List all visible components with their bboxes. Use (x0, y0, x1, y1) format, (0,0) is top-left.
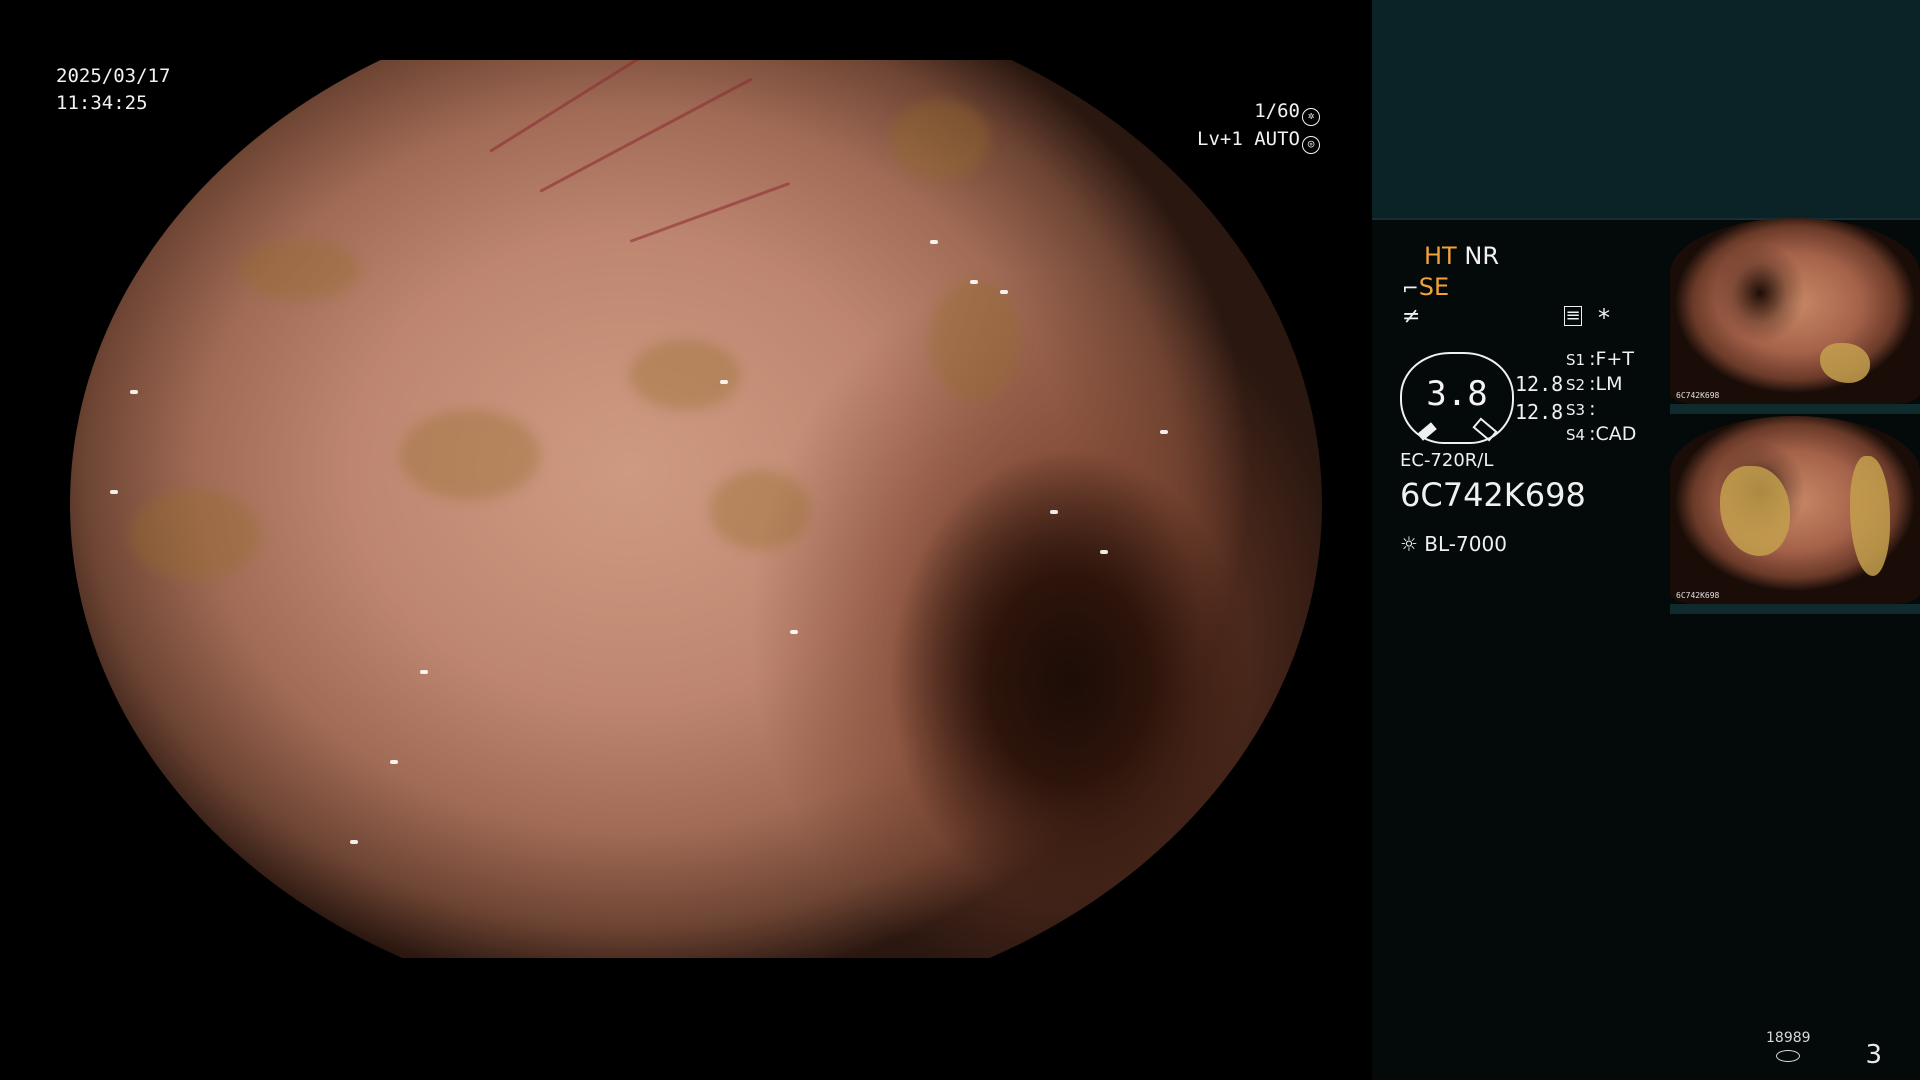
auto-iris-icon: ◎ (1302, 136, 1320, 154)
scope-glint (970, 280, 978, 284)
light-source-icon: ☼ (1400, 532, 1418, 556)
time-text: 11:34:25 (56, 92, 148, 114)
scope-glint (420, 670, 428, 674)
scope-glint (110, 490, 118, 494)
scope-stain (710, 470, 810, 550)
scope-stain (240, 240, 360, 300)
scope-stain (930, 280, 1020, 400)
light-source-text: BL-7000 (1424, 532, 1507, 556)
gauge-low-marker (1417, 422, 1437, 441)
page-number: 3 (1865, 1040, 1882, 1070)
scope-stain (130, 490, 260, 580)
shutter-text: 1/60 (1254, 100, 1300, 122)
switch-s4: S4:CAD (1566, 423, 1637, 445)
thumb-bar-1 (1670, 404, 1920, 414)
scope-glint (720, 380, 728, 384)
ht-mode: HT (1424, 242, 1457, 270)
level-text: Lv+1 (1197, 128, 1243, 150)
settings-sheet-icon: ≡ (1564, 305, 1582, 326)
freeze-icon: ≠ (1402, 304, 1421, 329)
exposure-readout: 1/60 ✲ Lv+1 AUTO ◎ (920, 98, 1320, 154)
se-mode: SE (1418, 273, 1450, 301)
capture-thumbnail-2[interactable]: 6C742K698 (1670, 416, 1920, 604)
light-source-line: ☼ BL-7000 (1400, 532, 1507, 556)
info-panel: HT NR ⌐SE ≠ ≡ * 3.8 12.8 12.8 S1:F+T S2:… (1372, 0, 1920, 1080)
panel-header-area (1372, 0, 1920, 218)
scope-stain (400, 410, 540, 500)
scope-glint (790, 630, 798, 634)
panel-divider (1372, 218, 1920, 220)
nr-mode: NR (1464, 242, 1499, 270)
scope-glint (930, 240, 938, 244)
thumb-stain (1720, 466, 1790, 556)
scope-vessel (489, 60, 712, 153)
gauge-value: 3.8 (1426, 374, 1488, 414)
thumb-caption-1: 6C742K698 (1676, 391, 1720, 400)
star-indicator: * (1598, 304, 1610, 332)
storage-count: 18989 (1766, 1030, 1811, 1046)
structure-enhance-icon: ⌐ (1402, 276, 1419, 300)
scope-stain (630, 340, 740, 410)
scope-glint (350, 840, 358, 844)
scope-vessel (539, 77, 753, 193)
scope-serial: 6C742K698 (1400, 476, 1586, 514)
thumb-bar-2 (1670, 604, 1920, 614)
date-text: 2025/03/17 (56, 65, 171, 87)
storage-icon (1776, 1050, 1800, 1062)
scope-glint (1100, 550, 1108, 554)
thumb-caption-2: 6C742K698 (1676, 591, 1720, 600)
scope-vessel (629, 181, 791, 243)
gauge-high-marker (1472, 417, 1498, 442)
thumb-stain (1850, 456, 1890, 576)
scope-glint (1000, 290, 1008, 294)
aperture-icon: ✲ (1302, 108, 1320, 126)
scope-glint (1160, 430, 1168, 434)
capture-thumbnail-1[interactable]: 6C742K698 (1670, 218, 1920, 404)
scope-model: EC-720R/L (1400, 450, 1494, 471)
mode-text: AUTO (1254, 128, 1300, 150)
switch-s1: S1:F+T (1566, 348, 1634, 370)
gauge-lower-value: 12.8 (1515, 400, 1564, 424)
scope-glint (130, 390, 138, 394)
switch-s3: S3: (1566, 398, 1596, 420)
zoom-gauge: 3.8 (1400, 352, 1514, 444)
scope-glint (1050, 510, 1058, 514)
datetime-readout: 2025/03/17 11:34:25 (56, 63, 170, 117)
se-mode-line: ⌐SE (1402, 273, 1449, 301)
gauge-upper-value: 12.8 (1515, 372, 1564, 396)
scope-glint (390, 760, 398, 764)
thumb-stain (1820, 343, 1870, 383)
endoscope-main-view: 2025/03/17 11:34:25 1/60 ✲ Lv+1 AUTO ◎ (0, 0, 1372, 1080)
switch-s2: S2:LM (1566, 373, 1623, 395)
enhancement-modes: HT NR (1424, 242, 1499, 270)
